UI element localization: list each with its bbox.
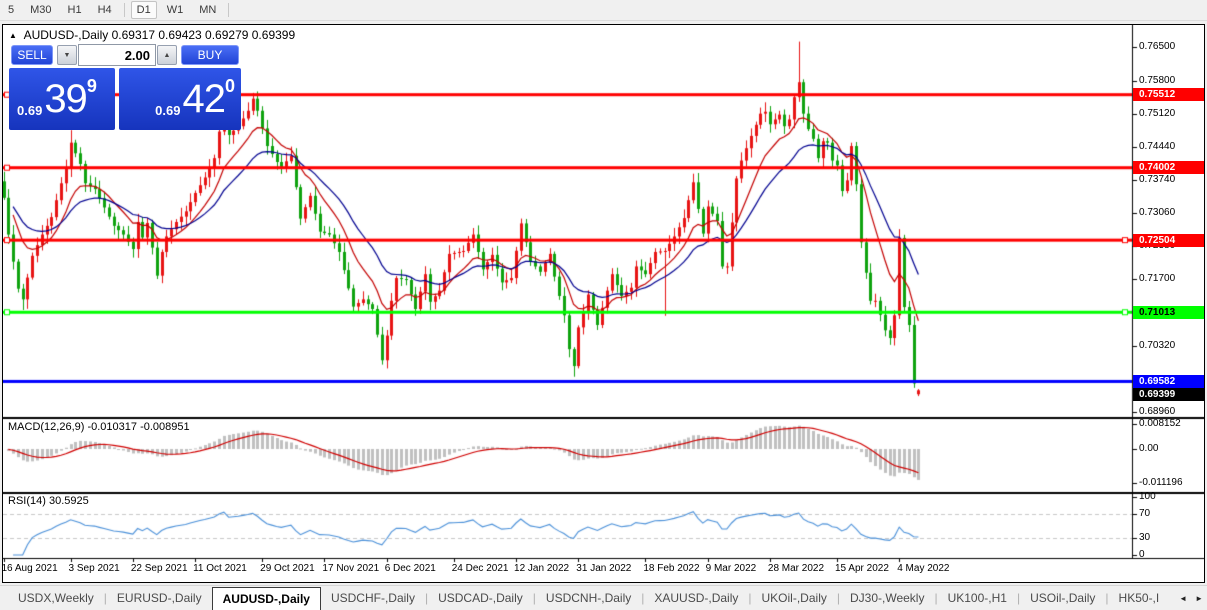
- macd-axis-tick: 0.008152: [1139, 418, 1181, 429]
- timeframe-button-h1[interactable]: H1: [62, 1, 88, 19]
- volume-decrease-button[interactable]: ▼: [57, 45, 77, 65]
- tab-scroll-arrows: ◄ ►: [1179, 586, 1203, 610]
- rsi-axis-tick: 0: [1139, 549, 1145, 560]
- symbol-tab-bar: USDX,Weekly|EURUSD-,DailyAUDUSD-,DailyUS…: [0, 585, 1207, 610]
- sell-price-pip: 9: [87, 76, 97, 97]
- sell-price-small: 0.69: [17, 103, 42, 118]
- tab-hk50-i[interactable]: HK50-,I: [1109, 586, 1170, 610]
- price-axis-tick: 0.73740: [1139, 174, 1175, 185]
- buy-price-pip: 0: [225, 76, 235, 97]
- timeframe-button-h4[interactable]: H4: [92, 1, 118, 19]
- date-axis-tick: 31 Jan 2022: [576, 563, 631, 574]
- date-axis-tick: 15 Apr 2022: [835, 563, 889, 574]
- rsi-axis-tick: 70: [1139, 508, 1150, 519]
- timeframe-toolbar: 5M30 H1H4 D1W1MN: [0, 0, 1207, 21]
- line-price-badge: 0.75512: [1133, 88, 1204, 101]
- date-axis-tick: 11 Oct 2021: [193, 563, 247, 574]
- date-axis-tick: 24 Dec 2021: [452, 563, 509, 574]
- tab-dj30-weekly[interactable]: DJ30-,Weekly: [840, 586, 934, 610]
- line-price-badge: 0.72504: [1133, 234, 1204, 247]
- mt4-terminal: 5M30 H1H4 D1W1MN ▲ AUDUSD-,Daily 0.69317 0…: [0, 0, 1207, 610]
- tab-eurusd-daily[interactable]: EURUSD-,Daily: [107, 586, 212, 610]
- macd-axis-tick: -0.011196: [1139, 477, 1183, 488]
- macd-label: MACD(12,26,9) -0.010317 -0.008951: [8, 421, 190, 433]
- price-axis-tick: 0.74440: [1139, 141, 1175, 152]
- date-axis-tick: 4 May 2022: [897, 563, 949, 574]
- macd-axis-tick: 0.00: [1139, 443, 1158, 454]
- tab-ukoil-daily[interactable]: UKOil-,Daily: [752, 586, 837, 610]
- tab-audusd-daily[interactable]: AUDUSD-,Daily: [212, 587, 321, 610]
- rsi-label: RSI(14) 30.5925: [8, 495, 89, 507]
- price-axis-tick: 0.70320: [1139, 340, 1175, 351]
- price-axis-tick: 0.73060: [1139, 207, 1175, 218]
- tab-usdchf-daily[interactable]: USDCHF-,Daily: [321, 586, 425, 610]
- sell-price-big: 39: [44, 79, 87, 119]
- chart-symbol-label: AUDUSD-,Daily: [24, 28, 109, 42]
- buy-button[interactable]: BUY: [181, 45, 239, 65]
- date-axis-tick: 16 Aug 2021: [2, 563, 58, 574]
- chart-ohlc-label: 0.69317 0.69423 0.69279 0.69399: [112, 28, 296, 42]
- timeframe-button-m30[interactable]: M30: [24, 1, 57, 19]
- tab-usdcnh-daily[interactable]: USDCNH-,Daily: [536, 586, 641, 610]
- tab-uk100-h1[interactable]: UK100-,H1: [938, 586, 1017, 610]
- price-axis-tick: 0.75120: [1139, 108, 1175, 119]
- one-click-trade-panel: SELL ▼ ▲ BUY 0.69 39 9 0.69 42 0: [9, 44, 241, 131]
- date-axis-tick: 22 Sep 2021: [131, 563, 188, 574]
- timeframe-button-w1[interactable]: W1: [161, 1, 190, 19]
- date-axis-tick: 3 Sep 2021: [69, 563, 120, 574]
- line-price-badge: 0.71013: [1133, 306, 1204, 319]
- buy-price-small: 0.69: [155, 103, 180, 118]
- line-price-badge: 0.69582: [1133, 375, 1204, 388]
- tab-usdx-weekly[interactable]: USDX,Weekly: [8, 586, 104, 610]
- collapse-panel-icon[interactable]: ▲: [9, 31, 17, 40]
- date-axis-tick: 9 Mar 2022: [706, 563, 757, 574]
- tab-xauusd-daily[interactable]: XAUUSD-,Daily: [644, 586, 748, 610]
- line-price-badge: 0.74002: [1133, 161, 1204, 174]
- timeframe-button-mn[interactable]: MN: [193, 1, 222, 19]
- price-axis-tick: 0.68960: [1139, 406, 1175, 417]
- volume-increase-button[interactable]: ▲: [157, 45, 177, 65]
- tab-usdcad-daily[interactable]: USDCAD-,Daily: [428, 586, 533, 610]
- tab-usoil-daily[interactable]: USOil-,Daily: [1020, 586, 1105, 610]
- timeframe-button-d1[interactable]: D1: [131, 1, 157, 19]
- toolbar-separator: [124, 3, 125, 17]
- timeframe-button-5[interactable]: 5: [2, 1, 20, 19]
- chart-window: ▲ AUDUSD-,Daily 0.69317 0.69423 0.69279 …: [2, 24, 1205, 583]
- volume-input[interactable]: [78, 44, 156, 66]
- date-axis-tick: 6 Dec 2021: [385, 563, 436, 574]
- buy-price-display[interactable]: 0.69 42 0: [119, 68, 241, 130]
- buy-price-big: 42: [182, 79, 225, 119]
- tab-scroll-left-icon[interactable]: ◄: [1179, 594, 1187, 603]
- rsi-axis-tick: 30: [1139, 532, 1150, 543]
- sell-button[interactable]: SELL: [11, 45, 53, 65]
- date-axis-tick: 17 Nov 2021: [322, 563, 379, 574]
- rsi-axis-tick: 100: [1139, 491, 1156, 502]
- price-axis-tick: 0.76500: [1139, 41, 1175, 52]
- chart-title: ▲ AUDUSD-,Daily 0.69317 0.69423 0.69279 …: [9, 28, 295, 42]
- date-axis-tick: 18 Feb 2022: [643, 563, 699, 574]
- date-axis-tick: 28 Mar 2022: [768, 563, 824, 574]
- current-price-badge: 0.69399: [1133, 388, 1204, 401]
- sell-price-display[interactable]: 0.69 39 9: [9, 68, 115, 130]
- tab-scroll-right-icon[interactable]: ►: [1195, 594, 1203, 603]
- price-axis-tick: 0.75800: [1139, 75, 1175, 86]
- date-axis-tick: 29 Oct 2021: [260, 563, 314, 574]
- price-axis-tick: 0.71700: [1139, 273, 1175, 284]
- toolbar-separator: [228, 3, 229, 17]
- date-axis-tick: 12 Jan 2022: [514, 563, 569, 574]
